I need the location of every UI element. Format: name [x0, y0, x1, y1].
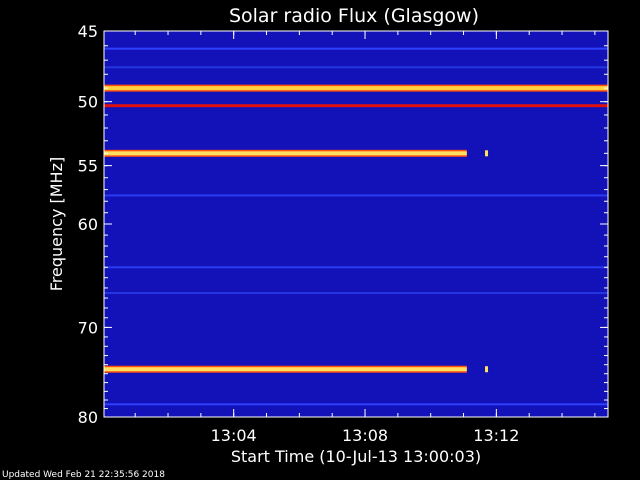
x-tick-label: 13:12 [473, 426, 519, 445]
emission-band [104, 66, 608, 69]
emission-band [104, 292, 608, 295]
y-tick-label: 70 [78, 318, 98, 337]
y-tick-label: 55 [78, 157, 98, 176]
emission-band [104, 194, 608, 197]
emission-band [104, 104, 608, 108]
y-tick-label: 45 [78, 22, 98, 41]
y-tick-label: 60 [78, 215, 98, 234]
emission-band [104, 266, 608, 269]
emission-band [104, 47, 608, 50]
burst-point [485, 366, 489, 373]
chart-title: Solar radio Flux (Glasgow) [229, 5, 479, 27]
x-axis-label: Start Time (10-Jul-13 13:00:03) [231, 447, 481, 466]
y-tick-label: 50 [78, 93, 98, 112]
burst-point [485, 150, 489, 157]
emission-band [104, 403, 608, 406]
x-tick-label: 13:04 [211, 426, 257, 445]
y-tick-label: 80 [78, 408, 98, 427]
spectrogram-chart: Solar radio Flux (Glasgow) 45 50 55 60 70 80 1… [2, 5, 609, 480]
emission-band [104, 367, 467, 372]
x-tick-label: 13:08 [342, 426, 388, 445]
emission-band [104, 86, 608, 91]
y-axis-label: Frequency [MHz] [47, 157, 66, 291]
emission-band [104, 151, 467, 156]
updated-timestamp: Updated Wed Feb 21 22:35:56 2018 [2, 470, 165, 480]
